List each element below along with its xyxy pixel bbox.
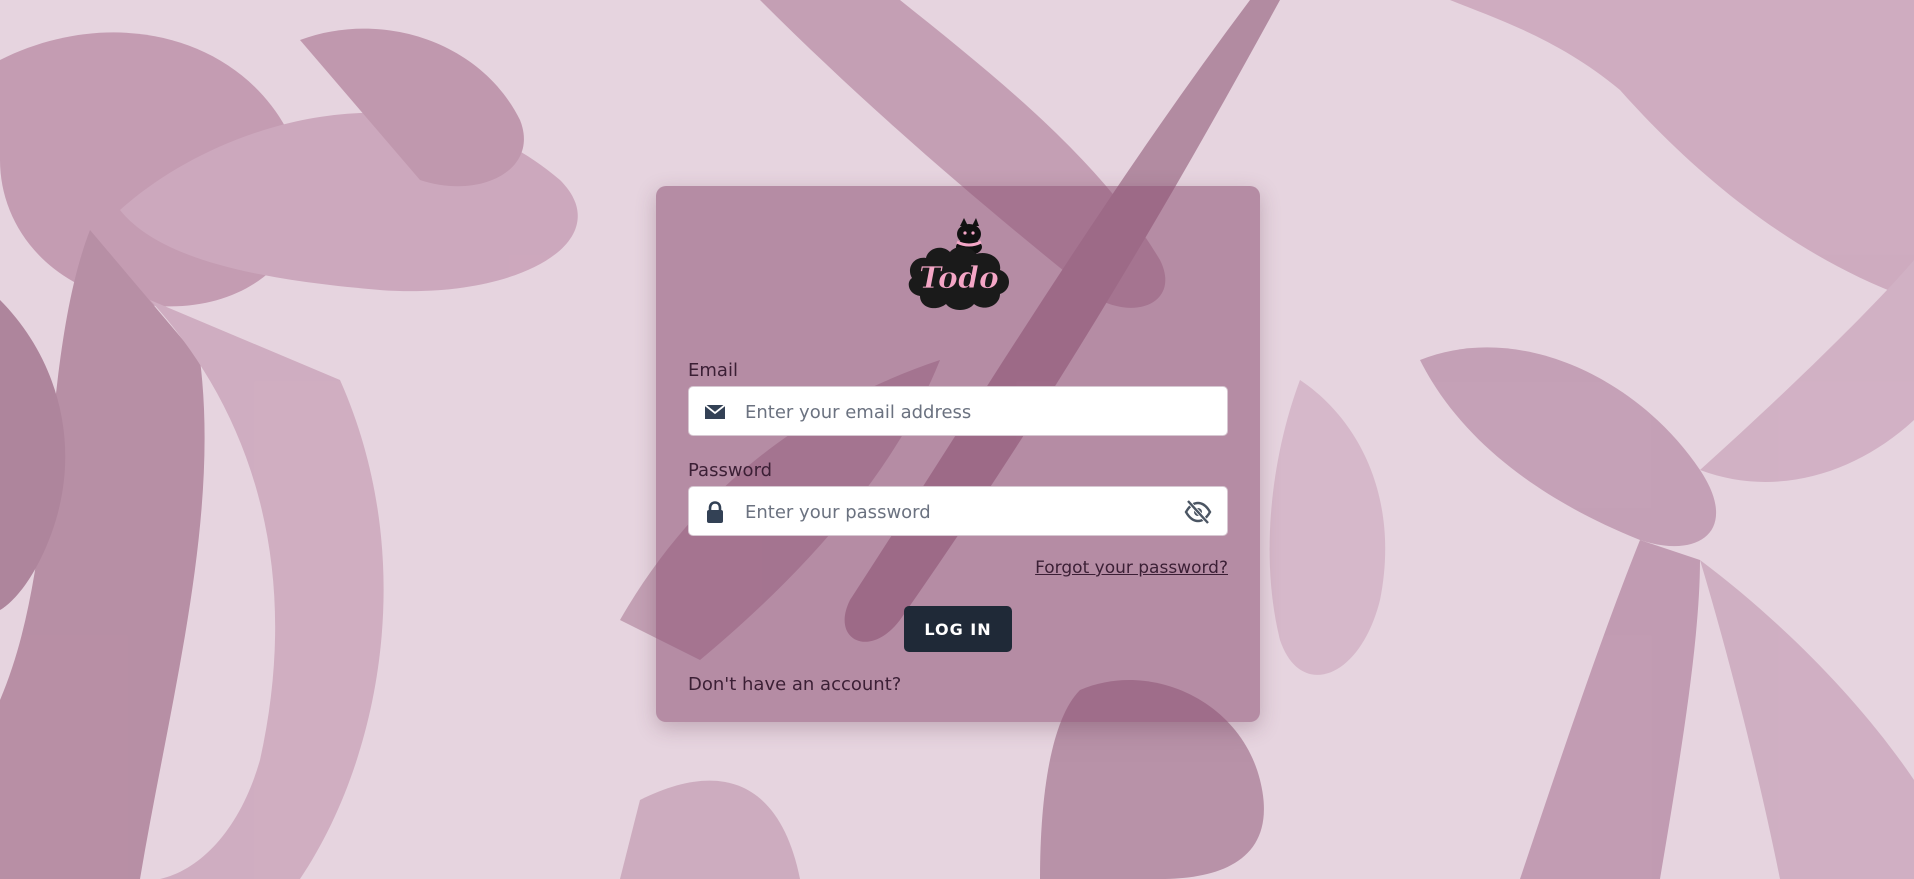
logo-text: Todo — [919, 261, 999, 296]
password-input[interactable] — [743, 487, 1167, 537]
email-input[interactable] — [743, 387, 1167, 437]
password-label: Password — [688, 460, 773, 481]
eye-slash-icon[interactable] — [1183, 498, 1213, 526]
forgot-password-link[interactable]: Forgot your password? — [1035, 558, 1228, 578]
login-button[interactable]: LOG IN — [904, 606, 1012, 652]
envelope-icon — [704, 404, 726, 419]
login-card: Todo Email Password Forgot your password… — [656, 186, 1260, 722]
email-label: Email — [688, 360, 738, 381]
email-field[interactable] — [688, 386, 1228, 437]
lock-icon — [707, 501, 723, 523]
password-field[interactable] — [688, 486, 1228, 537]
todo-cat-logo: Todo — [908, 218, 1009, 310]
signup-link[interactable]: Don't have an account? — [688, 674, 901, 695]
